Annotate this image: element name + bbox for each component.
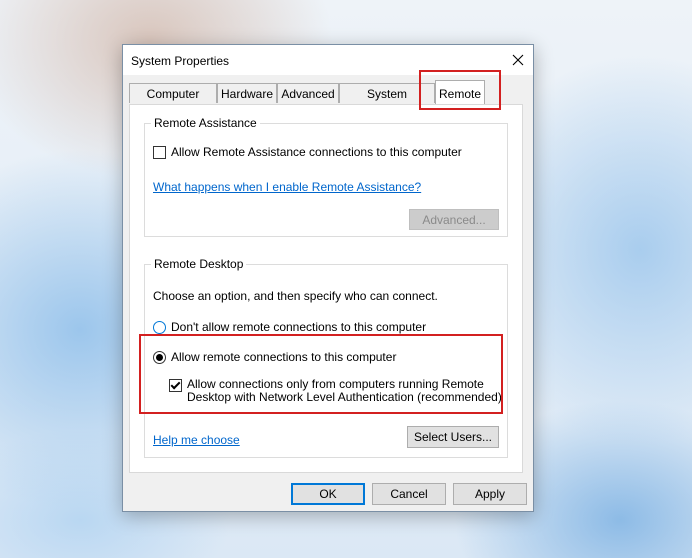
tab-system-protection[interactable]: System Protection: [339, 83, 435, 121]
remote-desktop-group: Remote Desktop Choose an option, and the…: [144, 257, 508, 458]
tab-advanced[interactable]: Advanced: [277, 83, 339, 103]
allow-remote-row[interactable]: Allow remote connections to this compute…: [153, 350, 396, 364]
dont-allow-remote-row[interactable]: Don't allow remote connections to this c…: [153, 320, 426, 334]
nla-label-line2: Desktop with Network Level Authenticatio…: [187, 390, 502, 404]
nla-row[interactable]: Allow connections only from computers ru…: [169, 378, 502, 404]
allow-remote-label: Allow remote connections to this compute…: [171, 350, 397, 364]
tab-computer-name[interactable]: Computer Name: [129, 83, 217, 121]
allow-remote-assistance-row[interactable]: Allow Remote Assistance connections to t…: [153, 145, 462, 159]
system-properties-dialog: System Properties Computer Name Hardware…: [122, 44, 534, 512]
remote-tab-panel: Remote Assistance Allow Remote Assistanc…: [129, 104, 523, 473]
allow-remote-assistance-checkbox[interactable]: [153, 146, 166, 159]
window-title: System Properties: [131, 54, 230, 68]
remote-desktop-instruction: Choose an option, and then specify who c…: [153, 289, 438, 303]
nla-checkbox[interactable]: [169, 379, 182, 392]
close-icon: [512, 54, 524, 66]
remote-assistance-group: Remote Assistance Allow Remote Assistanc…: [144, 116, 508, 237]
dont-allow-remote-radio[interactable]: [153, 321, 166, 334]
tab-remote[interactable]: Remote: [435, 80, 485, 104]
remote-assistance-title: Remote Assistance: [151, 116, 260, 130]
help-me-choose-link[interactable]: Help me choose: [153, 433, 240, 447]
nla-label: Allow connections only from computers ru…: [187, 378, 502, 404]
remote-assistance-help-link[interactable]: What happens when I enable Remote Assist…: [153, 180, 421, 194]
remote-desktop-title: Remote Desktop: [151, 257, 247, 271]
allow-remote-radio[interactable]: [153, 351, 166, 364]
select-users-button[interactable]: Select Users...: [407, 426, 499, 448]
title-bar[interactable]: System Properties: [123, 45, 533, 75]
apply-button[interactable]: Apply: [453, 483, 527, 505]
dont-allow-remote-label: Don't allow remote connections to this c…: [171, 320, 427, 334]
tab-hardware[interactable]: Hardware: [217, 83, 277, 103]
ok-button[interactable]: OK: [291, 483, 365, 505]
advanced-button[interactable]: Advanced...: [409, 209, 499, 230]
cancel-button[interactable]: Cancel: [372, 483, 446, 505]
allow-remote-assistance-label: Allow Remote Assistance connections to t…: [171, 145, 462, 159]
close-button[interactable]: [503, 45, 533, 75]
